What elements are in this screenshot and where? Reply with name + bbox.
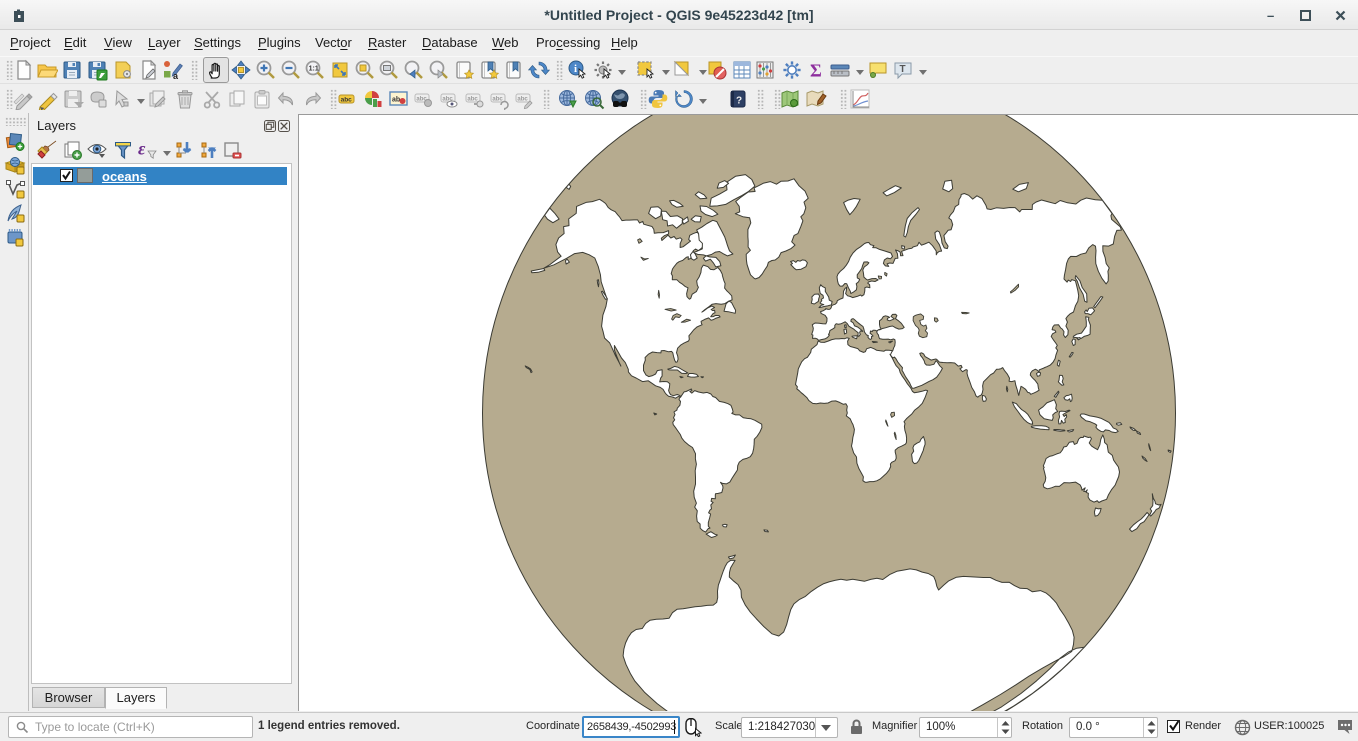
svg-text:abc: abc xyxy=(492,96,503,102)
svg-text:Σ: Σ xyxy=(810,61,822,81)
svg-text:abc: abc xyxy=(341,97,353,104)
svg-text:abc: abc xyxy=(467,96,478,102)
svg-text:1:1: 1:1 xyxy=(309,66,319,73)
svg-text:ab: ab xyxy=(392,97,400,104)
svg-text:?: ? xyxy=(736,96,742,107)
svg-text:T: T xyxy=(900,64,906,75)
svg-text:ε: ε xyxy=(138,139,146,159)
svg-text:abc: abc xyxy=(517,96,528,102)
svg-text:i: i xyxy=(574,63,577,75)
svg-text:a: a xyxy=(173,71,179,81)
